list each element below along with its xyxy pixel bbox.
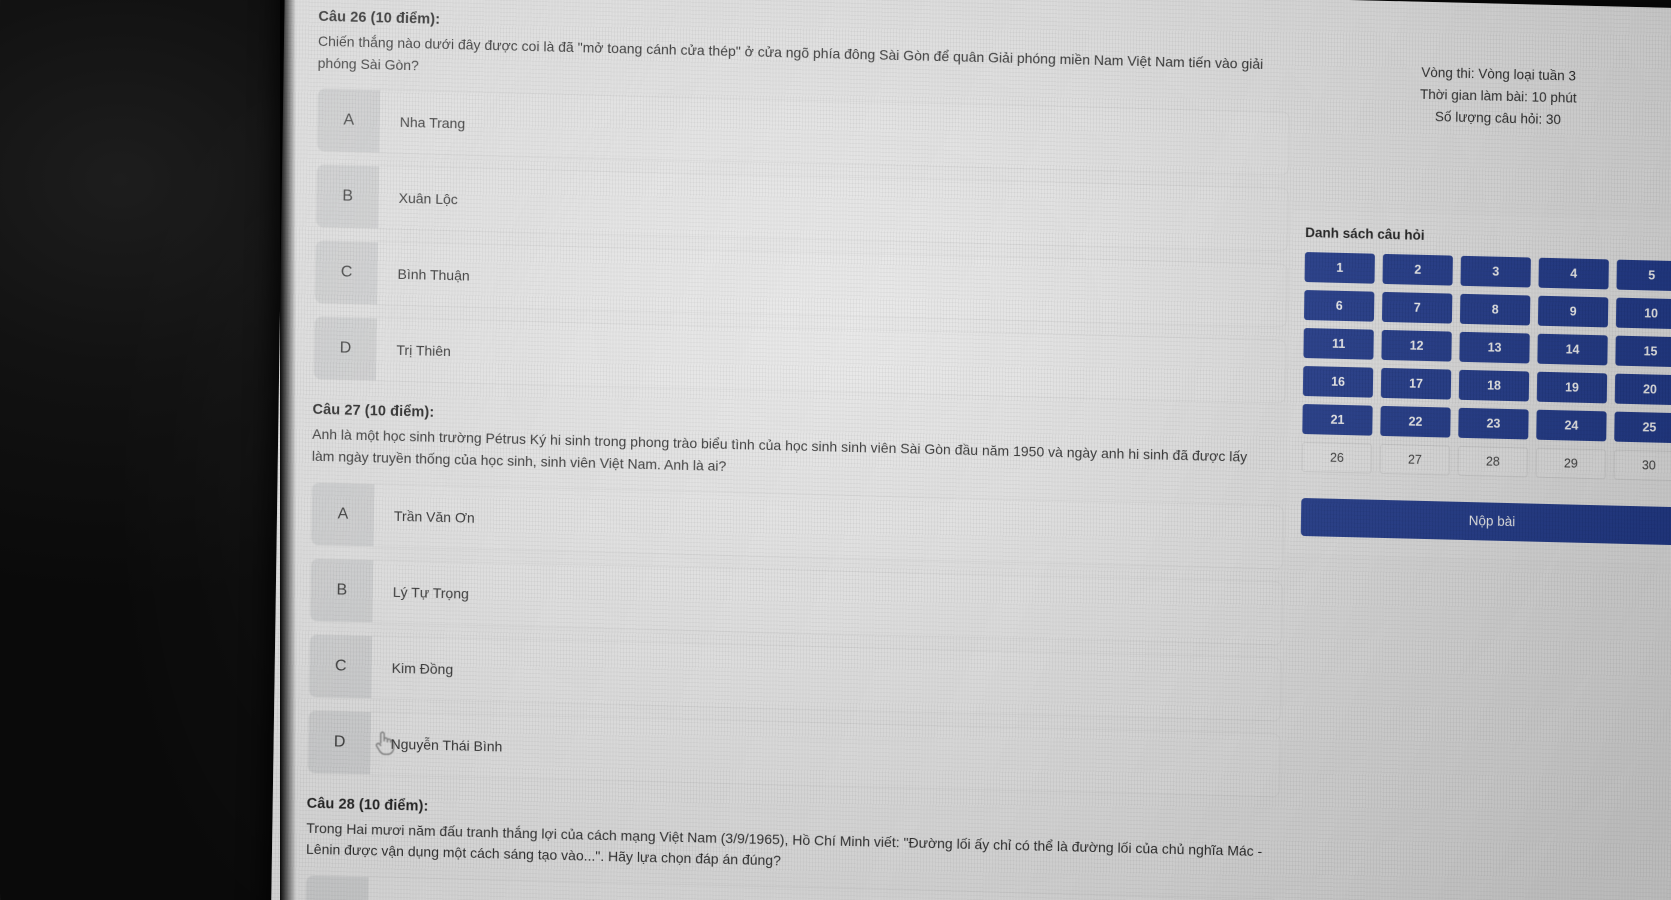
option-label-b: Lý Tự Trọng xyxy=(372,560,1283,645)
option-key-d: D xyxy=(308,710,372,775)
question-number-8[interactable]: 8 xyxy=(1459,293,1531,326)
option-key-b: B xyxy=(310,558,374,623)
exam-sidebar: Vòng thi: Vòng loại tuần 3 Thời gian làm… xyxy=(1281,0,1671,900)
question-number-19[interactable]: 19 xyxy=(1536,371,1608,403)
option-26-b[interactable]: B Xuân Lộc xyxy=(315,164,1289,252)
question-number-6[interactable]: 6 xyxy=(1303,289,1375,322)
option-27-c[interactable]: C Kim Đồng xyxy=(308,633,1282,722)
exam-meta: Vòng thi: Vòng loại tuần 3 Thời gian làm… xyxy=(1293,59,1671,135)
option-27-d[interactable]: D Nguyễn Thái Bình xyxy=(307,709,1281,798)
question-list-panel: Danh sách câu hỏi 1 2 3 4 5 6 7 8 9 10 11 12 13 14 15 1… xyxy=(1286,210,1671,564)
option-key-c: C xyxy=(315,241,379,305)
option-27-a[interactable]: A Trần Văn Ơn xyxy=(310,481,1285,570)
question-number-10[interactable]: 10 xyxy=(1615,297,1671,329)
question-number-2[interactable]: 2 xyxy=(1382,253,1453,286)
question-number-1[interactable]: 1 xyxy=(1304,251,1375,284)
option-26-c[interactable]: C Bình Thuận xyxy=(314,240,1288,328)
question-number-5[interactable]: 5 xyxy=(1616,259,1671,291)
question-number-14[interactable]: 14 xyxy=(1537,333,1608,365)
question-number-3[interactable]: 3 xyxy=(1460,255,1531,288)
photograph-of-screen: Câu 26 (10 điểm): Chiến thắng nào dưới đ… xyxy=(0,0,1671,900)
option-label-b: Xuân Lộc xyxy=(378,166,1288,251)
question-number-23[interactable]: 23 xyxy=(1458,407,1529,440)
submit-button[interactable]: Nộp bài xyxy=(1300,497,1671,545)
question-number-28[interactable]: 28 xyxy=(1457,445,1529,478)
option-key-d: D xyxy=(313,317,377,381)
question-number-26[interactable]: 26 xyxy=(1301,441,1373,474)
question-number-4[interactable]: 4 xyxy=(1538,257,1609,289)
option-key-c: C xyxy=(309,634,373,699)
quiz-question-column: Câu 26 (10 điểm): Chiến thắng nào dưới đ… xyxy=(293,0,1292,900)
question-number-13[interactable]: 13 xyxy=(1459,331,1530,364)
option-label-a: Nha Trang xyxy=(379,90,1290,175)
option-label-c: Kim Đồng xyxy=(371,636,1281,721)
option-key-a: A xyxy=(317,89,381,153)
question-number-grid: 1 2 3 4 5 6 7 8 9 10 11 12 13 14 15 16 17 18 19 20 21 22 23 24 2… xyxy=(1301,251,1671,481)
option-27-b[interactable]: B Lý Tự Trọng xyxy=(309,557,1284,646)
options-list-26: A Nha Trang B Xuân Lộc C Bình Thuận D Tr… xyxy=(312,88,1291,404)
question-block-28: Câu 28 (10 điểm): Trong Hai mươi năm đấu… xyxy=(304,795,1280,900)
quiz-application: Câu 26 (10 điểm): Chiến thắng nào dưới đ… xyxy=(271,0,1671,900)
question-number-17[interactable]: 17 xyxy=(1380,367,1452,400)
question-number-29[interactable]: 29 xyxy=(1535,447,1607,479)
option-label-d: Nguyễn Thái Bình xyxy=(370,712,1280,797)
option-26-d[interactable]: D Trị Thiên xyxy=(312,316,1287,404)
option-key-a xyxy=(305,875,369,900)
question-number-18[interactable]: 18 xyxy=(1458,369,1530,402)
question-number-9[interactable]: 9 xyxy=(1537,295,1609,327)
question-number-11[interactable]: 11 xyxy=(1303,327,1374,360)
question-block-27: Câu 27 (10 điểm): Anh là một học sinh tr… xyxy=(307,402,1285,798)
question-number-12[interactable]: 12 xyxy=(1381,329,1452,362)
question-number-25[interactable]: 25 xyxy=(1614,411,1671,443)
question-number-7[interactable]: 7 xyxy=(1381,291,1453,324)
question-number-16[interactable]: 16 xyxy=(1302,365,1374,398)
question-number-30[interactable]: 30 xyxy=(1613,449,1671,481)
option-key-b: B xyxy=(316,165,380,229)
question-number-21[interactable]: 21 xyxy=(1302,403,1373,436)
option-label-c: Bình Thuận xyxy=(377,242,1287,327)
question-list-title: Danh sách câu hỏi xyxy=(1305,224,1425,243)
option-26-a[interactable]: A Nha Trang xyxy=(316,88,1291,176)
question-number-22[interactable]: 22 xyxy=(1380,405,1451,438)
option-label-a: Trần Văn Ơn xyxy=(373,484,1284,569)
question-number-27[interactable]: 27 xyxy=(1379,443,1451,476)
question-number-24[interactable]: 24 xyxy=(1536,409,1607,441)
option-label-d: Trị Thiên xyxy=(375,318,1286,403)
laptop-screen: Câu 26 (10 điểm): Chiến thắng nào dưới đ… xyxy=(270,0,1671,900)
question-block-26: Câu 26 (10 điểm): Chiến thắng nào dưới đ… xyxy=(312,9,1291,404)
question-number-15[interactable]: 15 xyxy=(1615,335,1671,367)
options-list-27: A Trần Văn Ơn B Lý Tự Trọng C Kim Đồng D… xyxy=(307,481,1285,798)
option-key-a: A xyxy=(311,482,375,547)
question-number-20[interactable]: 20 xyxy=(1614,373,1671,405)
screen-wrapper: Câu 26 (10 điểm): Chiến thắng nào dưới đ… xyxy=(0,0,1671,900)
